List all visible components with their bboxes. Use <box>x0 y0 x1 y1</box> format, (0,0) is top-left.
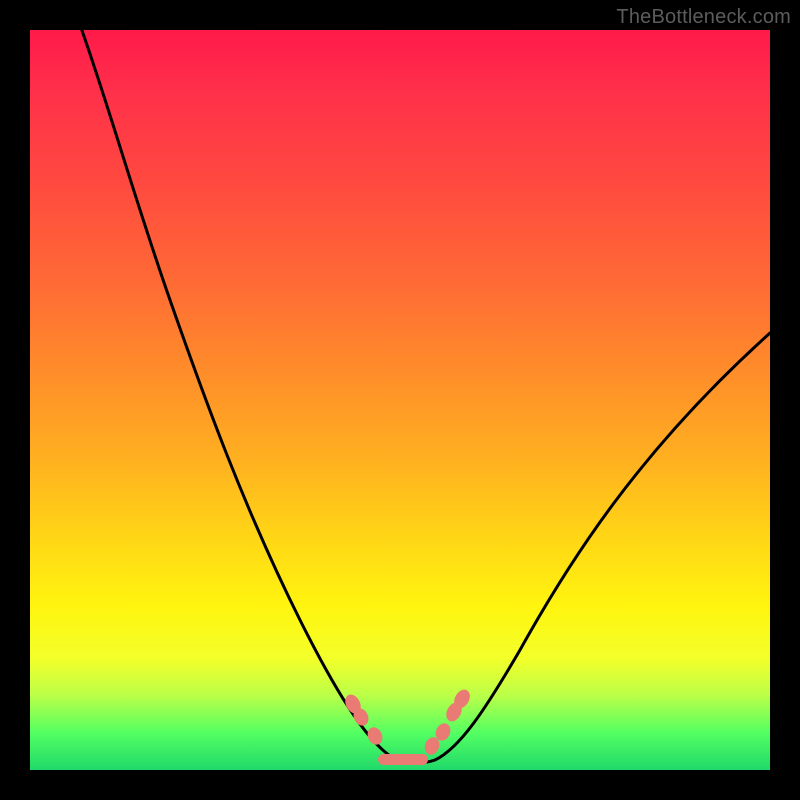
outer-frame: TheBottleneck.com <box>0 0 800 800</box>
plot-area <box>30 30 770 770</box>
attribution-text: TheBottleneck.com <box>616 6 791 29</box>
